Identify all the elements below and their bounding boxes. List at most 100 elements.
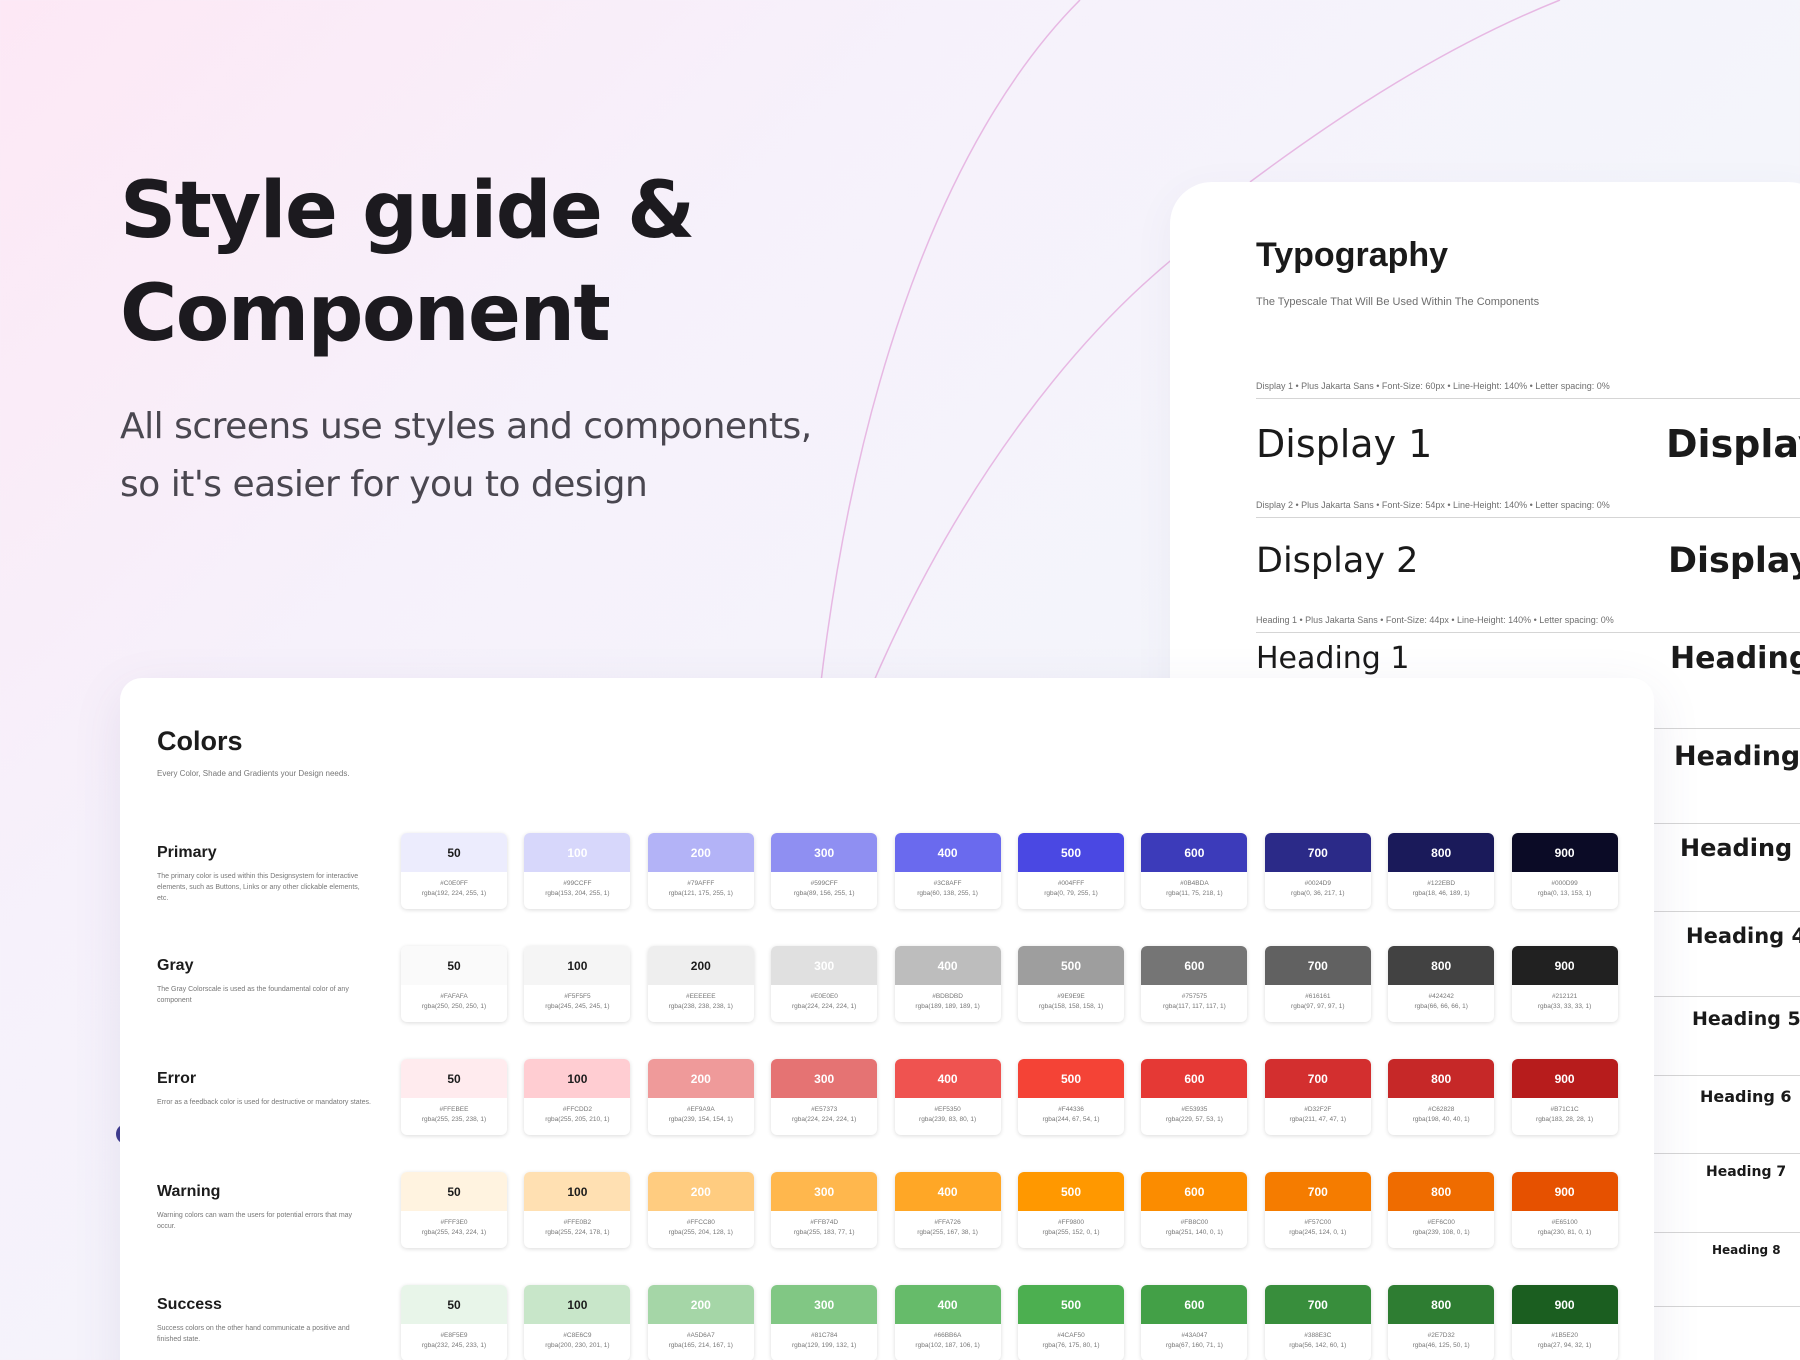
swatch-shade-label: 400 [894, 833, 1001, 872]
swatch-shade-label: 400 [894, 1059, 1001, 1098]
color-swatch[interactable]: 300 #E57373 rgba(224, 224, 224, 1) [771, 1059, 878, 1135]
swatch-hex-value: #F57C00 [1304, 1219, 1332, 1226]
color-swatch[interactable]: 300 #E0E0E0 rgba(224, 224, 224, 1) [771, 946, 878, 1022]
color-swatch[interactable]: 100 #F5F5F5 rgba(245, 245, 245, 1) [524, 946, 631, 1022]
swatch-rgba-value: rgba(198, 40, 40, 1) [1412, 1116, 1470, 1123]
color-group-description: Warning colors can warn the users for po… [157, 1212, 353, 1230]
swatch-shade-label: 600 [1141, 1172, 1248, 1211]
swatch-shade-label: 800 [1388, 1172, 1495, 1211]
color-swatch[interactable]: 500 #F44336 rgba(244, 67, 54, 1) [1018, 1059, 1124, 1135]
color-swatch[interactable]: 700 #616161 rgba(97, 97, 97, 1) [1264, 946, 1371, 1022]
color-swatch[interactable]: 400 #EF5350 rgba(239, 83, 80, 1) [894, 1059, 1001, 1135]
swatch-shade-label: 200 [647, 1172, 754, 1211]
color-swatch[interactable]: 600 #0B4BDA rgba(11, 75, 218, 1) [1141, 833, 1248, 909]
swatch-shade-label: 500 [1018, 1285, 1124, 1324]
color-swatch[interactable]: 200 #A5D6A7 rgba(165, 214, 167, 1) [647, 1285, 754, 1360]
hero-title: Style guide & Component [120, 166, 695, 359]
swatch-shade-label: 500 [1018, 946, 1124, 985]
color-swatch[interactable]: 500 #FF9800 rgba(255, 152, 0, 1) [1018, 1172, 1124, 1248]
swatch-hex-value: #599CFF [810, 880, 838, 887]
color-swatch[interactable]: 100 #C8E6C9 rgba(200, 230, 201, 1) [524, 1285, 631, 1360]
swatch-hex-value: #79AFFF [687, 880, 715, 887]
color-swatch[interactable]: 50 #E8F5E9 rgba(232, 245, 233, 1) [401, 1285, 507, 1360]
color-swatch[interactable]: 100 #FFE0B2 rgba(255, 224, 178, 1) [524, 1172, 631, 1248]
color-swatch[interactable]: 800 #122EBD rgba(18, 46, 189, 1) [1388, 833, 1495, 909]
color-swatch[interactable]: 800 #C62828 rgba(198, 40, 40, 1) [1388, 1059, 1495, 1135]
color-swatch[interactable]: 400 #3C8AFF rgba(60, 138, 255, 1) [894, 833, 1001, 909]
swatch-shade-label: 600 [1141, 1059, 1248, 1098]
swatch-hex-value: #4CAF50 [1057, 1332, 1085, 1339]
color-swatch[interactable]: 400 #BDBDBD rgba(189, 189, 189, 1) [894, 946, 1001, 1022]
swatch-shade-label: 50 [401, 1172, 507, 1211]
color-swatch[interactable]: 800 #2E7D32 rgba(46, 125, 50, 1) [1388, 1285, 1495, 1360]
swatch-hex-value: #43A047 [1181, 1332, 1208, 1339]
color-swatch[interactable]: 900 #B71C1C rgba(183, 28, 28, 1) [1511, 1059, 1618, 1135]
swatch-rgba-value: rgba(255, 224, 178, 1) [545, 1229, 610, 1236]
color-swatch[interactable]: 300 #599CFF rgba(89, 156, 255, 1) [771, 833, 878, 909]
swatch-rgba-value: rgba(56, 142, 60, 1) [1289, 1342, 1347, 1349]
color-swatch[interactable]: 200 #79AFFF rgba(121, 175, 255, 1) [647, 833, 754, 909]
color-swatch[interactable]: 300 #81C784 rgba(129, 199, 132, 1) [771, 1285, 878, 1360]
color-group-name: Warning [157, 1183, 221, 1200]
swatch-shade-label: 100 [524, 1285, 631, 1324]
color-swatch[interactable]: 800 #EF6C00 rgba(239, 108, 0, 1) [1388, 1172, 1495, 1248]
swatch-shade-label: 50 [401, 1059, 507, 1098]
swatch-rgba-value: rgba(46, 125, 50, 1) [1412, 1342, 1470, 1349]
swatch-hex-value: #C8E6C9 [563, 1332, 592, 1339]
color-swatch[interactable]: 200 #EEEEEE rgba(238, 238, 238, 1) [647, 946, 754, 1022]
swatch-shade-label: 200 [647, 1059, 754, 1098]
swatch-shade-label: 100 [524, 946, 631, 985]
color-swatch[interactable]: 900 #1B5E20 rgba(27, 94, 32, 1) [1511, 1285, 1618, 1360]
swatch-shade-label: 50 [401, 1285, 507, 1324]
color-swatch[interactable]: 900 #E65100 rgba(230, 81, 0, 1) [1511, 1172, 1618, 1248]
swatch-shade-label: 800 [1388, 1059, 1495, 1098]
color-swatch[interactable]: 50 #FFF3E0 rgba(255, 243, 224, 1) [401, 1172, 507, 1248]
swatch-shade-label: 100 [524, 1059, 631, 1098]
color-swatch[interactable]: 50 #C0E0FF rgba(192, 224, 255, 1) [401, 833, 507, 909]
color-swatch[interactable]: 600 #E53935 rgba(229, 57, 53, 1) [1141, 1059, 1248, 1135]
color-swatch[interactable]: 200 #FFCC80 rgba(255, 204, 128, 1) [647, 1172, 754, 1248]
color-swatch[interactable]: 50 #FFEBEE rgba(255, 235, 238, 1) [401, 1059, 507, 1135]
color-swatch[interactable]: 400 #FFA726 rgba(255, 167, 38, 1) [894, 1172, 1001, 1248]
swatch-hex-value: #FFB74D [810, 1219, 839, 1226]
swatch-rgba-value: rgba(211, 47, 47, 1) [1289, 1116, 1347, 1123]
color-swatch[interactable]: 50 #FAFAFA rgba(250, 250, 250, 1) [401, 946, 507, 1022]
swatch-hex-value: #D32F2F [1304, 1106, 1332, 1113]
color-swatch[interactable]: 600 #757575 rgba(117, 117, 117, 1) [1141, 946, 1248, 1022]
swatch-hex-value: #FFEBEE [439, 1106, 469, 1113]
color-swatch[interactable]: 700 #F57C00 rgba(245, 124, 0, 1) [1264, 1172, 1371, 1248]
swatch-hex-value: #E57373 [811, 1106, 838, 1113]
swatch-shade-label: 300 [771, 946, 878, 985]
color-swatch[interactable]: 300 #FFB74D rgba(255, 183, 77, 1) [771, 1172, 878, 1248]
color-swatch[interactable]: 500 #004FFF rgba(0, 79, 255, 1) [1018, 833, 1124, 909]
swatch-rgba-value: rgba(200, 230, 201, 1) [545, 1342, 610, 1349]
color-swatch[interactable]: 900 #000D99 rgba(0, 13, 153, 1) [1511, 833, 1618, 909]
swatch-shade-label: 50 [401, 946, 507, 985]
color-swatch[interactable]: 600 #43A047 rgba(67, 160, 71, 1) [1141, 1285, 1248, 1360]
swatch-shade-label: 500 [1018, 833, 1124, 872]
color-group-name: Success [157, 1296, 222, 1313]
color-swatch[interactable]: 900 #212121 rgba(33, 33, 33, 1) [1511, 946, 1618, 1022]
swatch-hex-value: #0B4BDA [1180, 880, 1209, 887]
swatch-shade-label: 600 [1141, 833, 1248, 872]
swatch-hex-value: #F44336 [1058, 1106, 1084, 1113]
color-swatch[interactable]: 800 #424242 rgba(66, 66, 66, 1) [1388, 946, 1495, 1022]
swatch-rgba-value: rgba(245, 245, 245, 1) [545, 1003, 610, 1010]
color-swatch[interactable]: 500 #4CAF50 rgba(76, 175, 80, 1) [1018, 1285, 1124, 1360]
color-swatch[interactable]: 700 #D32F2F rgba(211, 47, 47, 1) [1264, 1059, 1371, 1135]
color-swatch[interactable]: 400 #66BB6A rgba(102, 187, 106, 1) [894, 1285, 1001, 1360]
color-swatch[interactable]: 700 #0024D9 rgba(0, 36, 217, 1) [1264, 833, 1371, 909]
color-swatch[interactable]: 100 #FFCDD2 rgba(255, 205, 210, 1) [524, 1059, 631, 1135]
swatch-shade-label: 100 [524, 1172, 631, 1211]
swatch-shade-label: 200 [647, 833, 754, 872]
swatch-hex-value: #122EBD [1427, 880, 1456, 887]
color-swatch[interactable]: 200 #EF9A9A rgba(239, 154, 154, 1) [647, 1059, 754, 1135]
color-swatch[interactable]: 100 #99CCFF rgba(153, 204, 255, 1) [524, 833, 631, 909]
color-swatch[interactable]: 600 #FB8C00 rgba(251, 140, 0, 1) [1141, 1172, 1248, 1248]
swatch-shade-label: 400 [894, 946, 1001, 985]
swatch-rgba-value: rgba(229, 57, 53, 1) [1165, 1116, 1223, 1123]
swatch-shade-label: 900 [1511, 1059, 1618, 1098]
color-swatch[interactable]: 500 #9E9E9E rgba(158, 158, 158, 1) [1018, 946, 1124, 1022]
swatch-rgba-value: rgba(66, 66, 66, 1) [1414, 1003, 1468, 1010]
color-swatch[interactable]: 700 #388E3C rgba(56, 142, 60, 1) [1264, 1285, 1371, 1360]
